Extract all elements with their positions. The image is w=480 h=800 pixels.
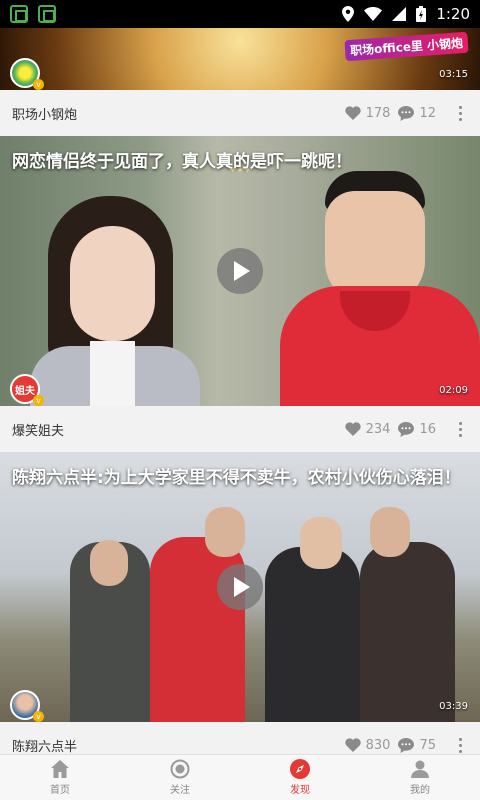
video-title: 网恋情侣终于见面了，真人真的是吓一跳呢！ xyxy=(12,152,352,172)
tab-label: 发现 xyxy=(290,785,310,796)
comment-icon xyxy=(398,737,415,753)
more-options-icon[interactable] xyxy=(452,421,468,437)
author-name[interactable]: 爆笑姐夫 xyxy=(12,420,64,439)
video-card[interactable]: ✦✦✦ 网恋情侣终于见面了，真人真的是吓一跳呢！ 02:09 姐夫 v 爆笑姐夫… xyxy=(0,136,480,452)
like-button[interactable]: 830 xyxy=(344,737,391,753)
author-avatar[interactable]: v xyxy=(10,690,44,722)
more-options-icon[interactable] xyxy=(452,105,468,121)
like-count: 234 xyxy=(365,421,391,437)
heart-icon xyxy=(344,106,361,120)
compass-icon xyxy=(290,759,310,779)
notification-icon xyxy=(38,5,56,23)
comment-button[interactable]: 75 xyxy=(398,737,436,753)
play-button[interactable] xyxy=(217,564,263,610)
author-name[interactable]: 陈翔六点半 xyxy=(12,736,77,755)
like-count: 830 xyxy=(365,737,391,753)
tab-home[interactable]: 首页 xyxy=(0,755,120,800)
tab-label: 关注 xyxy=(170,785,190,796)
verified-badge-icon: v xyxy=(33,79,44,90)
wifi-icon xyxy=(364,7,383,21)
signal-icon xyxy=(392,7,407,21)
video-duration: 03:15 xyxy=(439,69,468,80)
tab-profile[interactable]: 我的 xyxy=(360,755,480,800)
comment-button[interactable]: 12 xyxy=(398,105,436,121)
tab-label: 我的 xyxy=(410,785,430,796)
tab-discover[interactable]: 发现 xyxy=(240,755,360,800)
tab-label: 首页 xyxy=(50,785,70,796)
video-thumbnail[interactable]: 职场office里 小钢炮 03:15 v xyxy=(0,28,480,90)
comment-count: 75 xyxy=(419,737,436,753)
battery-icon xyxy=(416,6,427,22)
heart-icon xyxy=(344,738,361,752)
author-avatar[interactable]: 姐夫 v xyxy=(10,374,44,406)
more-options-icon[interactable] xyxy=(452,737,468,753)
status-bar: 1:20 xyxy=(0,0,480,28)
like-button[interactable]: 234 xyxy=(344,421,391,437)
play-button[interactable] xyxy=(217,248,263,294)
heart-icon xyxy=(344,422,361,436)
video-thumbnail[interactable]: 陈翔六点半:为上大学家里不得不卖牛，农村小伙伤心落泪！ 03:39 v xyxy=(0,452,480,722)
video-feed[interactable]: 职场office里 小钢炮 03:15 v 职场小钢炮 178 12 ✦✦✦ 网… xyxy=(0,28,480,754)
video-title: 陈翔六点半:为上大学家里不得不卖牛，农村小伙伤心落泪！ xyxy=(12,468,461,488)
verified-badge-icon: v xyxy=(33,395,44,406)
video-meta: 陈翔六点半 830 75 xyxy=(0,722,480,754)
author-name[interactable]: 职场小钢炮 xyxy=(12,104,77,123)
follow-icon xyxy=(170,759,190,779)
comment-button[interactable]: 16 xyxy=(398,421,436,437)
profile-icon xyxy=(411,760,429,778)
notification-icon xyxy=(10,5,28,23)
tab-follow[interactable]: 关注 xyxy=(120,755,240,800)
video-card[interactable]: 陈翔六点半:为上大学家里不得不卖牛，农村小伙伤心落泪！ 03:39 v 陈翔六点… xyxy=(0,452,480,754)
verified-badge-icon: v xyxy=(33,711,44,722)
comment-icon xyxy=(398,421,415,437)
comment-count: 12 xyxy=(419,105,436,121)
clock: 1:20 xyxy=(436,5,470,23)
video-thumbnail[interactable]: ✦✦✦ 网恋情侣终于见面了，真人真的是吓一跳呢！ 02:09 姐夫 v xyxy=(0,136,480,406)
comment-count: 16 xyxy=(419,421,436,437)
author-avatar[interactable]: v xyxy=(10,58,44,90)
video-meta: 爆笑姐夫 234 16 xyxy=(0,406,480,452)
like-count: 178 xyxy=(365,105,391,121)
like-button[interactable]: 178 xyxy=(344,105,391,121)
video-meta: 职场小钢炮 178 12 xyxy=(0,90,480,136)
location-icon xyxy=(342,6,355,22)
comment-icon xyxy=(398,105,415,121)
video-duration: 03:39 xyxy=(439,701,468,712)
video-duration: 02:09 xyxy=(439,385,468,396)
video-card[interactable]: 职场office里 小钢炮 03:15 v 职场小钢炮 178 12 xyxy=(0,28,480,136)
bottom-tab-bar: 首页 关注 发现 我的 xyxy=(0,754,480,800)
home-icon xyxy=(51,760,69,778)
